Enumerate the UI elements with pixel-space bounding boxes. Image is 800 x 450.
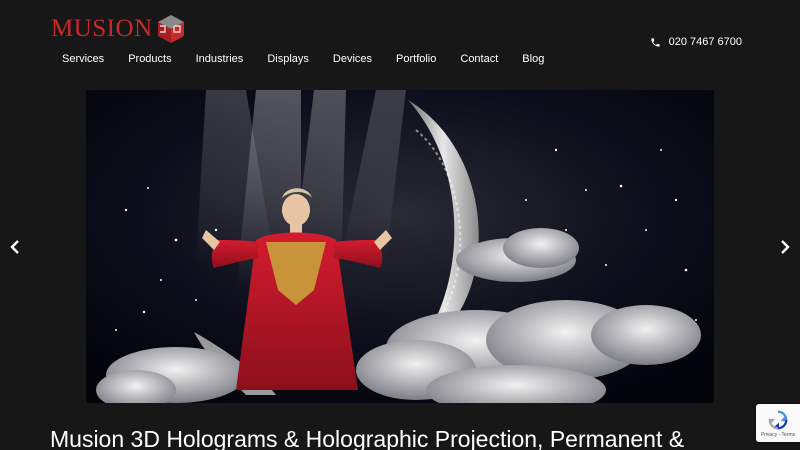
recaptcha-links[interactable]: Privacy - Terms [761,432,795,438]
logo-text: MUSION [51,15,153,42]
chevron-left-icon [10,240,19,254]
nav-item-products[interactable]: Products [116,52,183,66]
nav-item-devices[interactable]: Devices [321,52,384,66]
recaptcha-icon [768,410,788,429]
phone-icon [650,37,660,47]
nav-item-services[interactable]: Services [50,52,116,66]
carousel-prev-button[interactable] [7,238,23,256]
phone-link[interactable]: 020 7467 6700 [650,36,742,48]
phone-number: 020 7467 6700 [668,36,742,48]
main-nav: Services Products Industries Displays De… [50,52,556,66]
page: MUSION 020 7467 6700 Services Products I… [0,0,800,450]
hero-slider[interactable] [86,90,714,403]
nav-item-portfolio[interactable]: Portfolio [384,52,448,66]
hero-image [86,90,714,403]
nav-item-contact[interactable]: Contact [448,52,510,66]
recaptcha-badge[interactable]: Privacy - Terms [756,404,800,442]
page-headline: Musion 3D Holograms & Holographic Projec… [50,426,685,450]
nav-item-displays[interactable]: Displays [255,52,321,66]
chevron-right-icon [781,240,790,254]
nav-item-blog[interactable]: Blog [510,52,556,66]
logo[interactable]: MUSION [51,14,186,44]
nav-item-industries[interactable]: Industries [184,52,256,66]
carousel-next-button[interactable] [777,238,793,256]
logo-cube-icon [157,15,184,43]
